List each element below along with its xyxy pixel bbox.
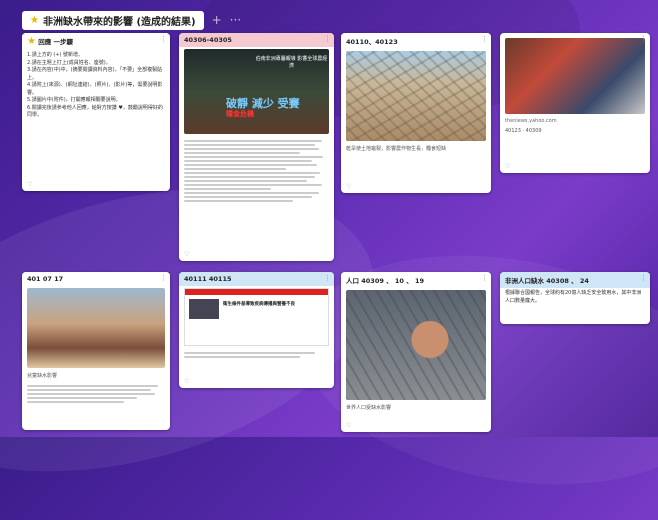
news-headline: 衛生條件差導致疾病傳播與營養不良 [223, 302, 295, 307]
post-body: 根據聯合國報告，全球約有20億人缺乏安全飲用水，其中非洲人口數量龐大。 [505, 290, 642, 304]
star-icon: ★ [27, 36, 36, 47]
post-caption: 世界人口受缺水影響 [346, 405, 392, 411]
heart-icon[interactable]: ♡ [346, 183, 351, 190]
board-title: 非洲缺水帶來的影響 (造成的結果) [42, 16, 196, 28]
card-menu-icon[interactable]: ⋮ [160, 35, 167, 43]
poster-image: 伯南非洲專屬報導 影響全球農經濟 破靜 減少 受賽 糧食危機 [184, 49, 329, 134]
post-title: 40111 40115 [179, 272, 334, 286]
instruction-line: 4.請附上(來源)、(網址連結)、(照片)、(影片)等，需要說明影響。 [27, 82, 163, 96]
cracked-earth-image [346, 51, 486, 141]
post-card[interactable]: 40306-40305 ⋮ 伯南非洲專屬報導 影響全球農經濟 破靜 減少 受賽 … [179, 33, 334, 261]
post-card[interactable]: ⋮ theniews.yahoo.com 40123 · 40309 ♡ [500, 33, 650, 173]
post-caption: 40123 · 40309 [505, 128, 542, 134]
heart-icon[interactable]: ♡ [346, 422, 351, 429]
card-menu-icon[interactable]: ⋮ [324, 35, 331, 43]
post-caption: 乾旱使土地龜裂，影響農作物生長，糧食短缺 [346, 146, 447, 152]
poster-small-text: 糧食危機 [226, 110, 254, 118]
board-topbar: ★ 非洲缺水帶來的影響 (造成的結果) + ··· [22, 10, 241, 30]
board-title-tab[interactable]: ★ 非洲缺水帶來的影響 (造成的結果) [22, 10, 204, 30]
post-title: 401 07 17 [22, 272, 170, 286]
water-hands-photo [346, 290, 486, 400]
post-body: 1.請上方的 (+) 號新增。 2.請在主題上打上(成員姓名、座號)。 3.請在… [22, 50, 170, 122]
heart-icon[interactable]: ♡ [184, 251, 189, 258]
instruction-line: 1.請上方的 (+) 號新增。 [27, 52, 84, 58]
card-menu-icon[interactable]: ⋮ [324, 274, 331, 282]
star-icon: ★ [30, 14, 39, 26]
card-menu-icon[interactable]: ⋮ [640, 35, 647, 43]
card-menu-icon[interactable]: ⋮ [640, 274, 647, 282]
post-card[interactable]: 401 07 17 ⋮ 兒童缺水影響 [22, 272, 170, 430]
post-card[interactable]: 40110、40123 ⋮ 乾旱使土地龜裂，影響農作物生長，糧食短缺 ♡ [341, 33, 491, 193]
children-photo [27, 288, 165, 368]
post-body-text [22, 381, 170, 407]
post-title: ★ 回應 一步驟 [22, 33, 170, 50]
instruction-line: 3.請在內容(中)中，(摘要閱讀資料內容)，「不要」全部複製貼上。 [27, 67, 163, 81]
news-header-bar [185, 289, 328, 295]
instruction-line: 6.閱讀完後請參考他人回應，給對方按讚 ♥，鼓勵說明得好的同學。 [27, 104, 163, 119]
hospital-photo [505, 38, 645, 114]
card-menu-icon[interactable]: ⋮ [160, 274, 167, 282]
heart-icon[interactable]: ♡ [27, 181, 32, 188]
post-title: 40110、40123 [341, 33, 491, 49]
post-caption: 兒童缺水影響 [27, 373, 58, 379]
instruction-line: 2.請在主題上打上(成員姓名、座號)。 [27, 59, 111, 66]
news-preview[interactable]: 衛生條件差導致疾病傳播與營養不良 [184, 288, 329, 346]
post-body-text [179, 348, 334, 362]
heart-icon[interactable]: ♡ [505, 163, 510, 170]
post-title: 非洲人口缺水 40308 、 24 [500, 272, 650, 288]
post-card[interactable]: 40111 40115 ⋮ 衛生條件差導致疾病傳播與營養不良 ♡ [179, 272, 334, 388]
heart-icon[interactable]: ♡ [184, 378, 189, 385]
card-menu-icon[interactable]: ⋮ [481, 35, 488, 43]
post-body-text [179, 136, 334, 206]
source-link[interactable]: theniews.yahoo.com [500, 116, 650, 126]
post-title: 40306-40305 [179, 33, 334, 47]
instruction-line: 5.請圖片中(附件)，打開應報相關要說明。 [27, 97, 121, 103]
post-card[interactable]: 非洲人口缺水 40308 、 24 ⋮ 根據聯合國報告，全球約有20億人缺乏安全… [500, 272, 650, 324]
add-board-icon[interactable]: + [212, 13, 222, 27]
more-icon[interactable]: ··· [230, 13, 241, 27]
card-menu-icon[interactable]: ⋮ [481, 274, 488, 282]
poster-heading: 伯南非洲專屬報導 影響全球農經濟 [255, 56, 328, 69]
post-card[interactable]: 人口 40309 、 10 、 19 ⋮ 世界人口受缺水影響 ♡ [341, 272, 491, 432]
post-card-instructions[interactable]: ★ 回應 一步驟 ⋮ 1.請上方的 (+) 號新增。 2.請在主題上打上(成員姓… [22, 33, 170, 191]
news-thumbnail [189, 299, 219, 319]
post-title: 人口 40309 、 10 、 19 [341, 272, 491, 288]
